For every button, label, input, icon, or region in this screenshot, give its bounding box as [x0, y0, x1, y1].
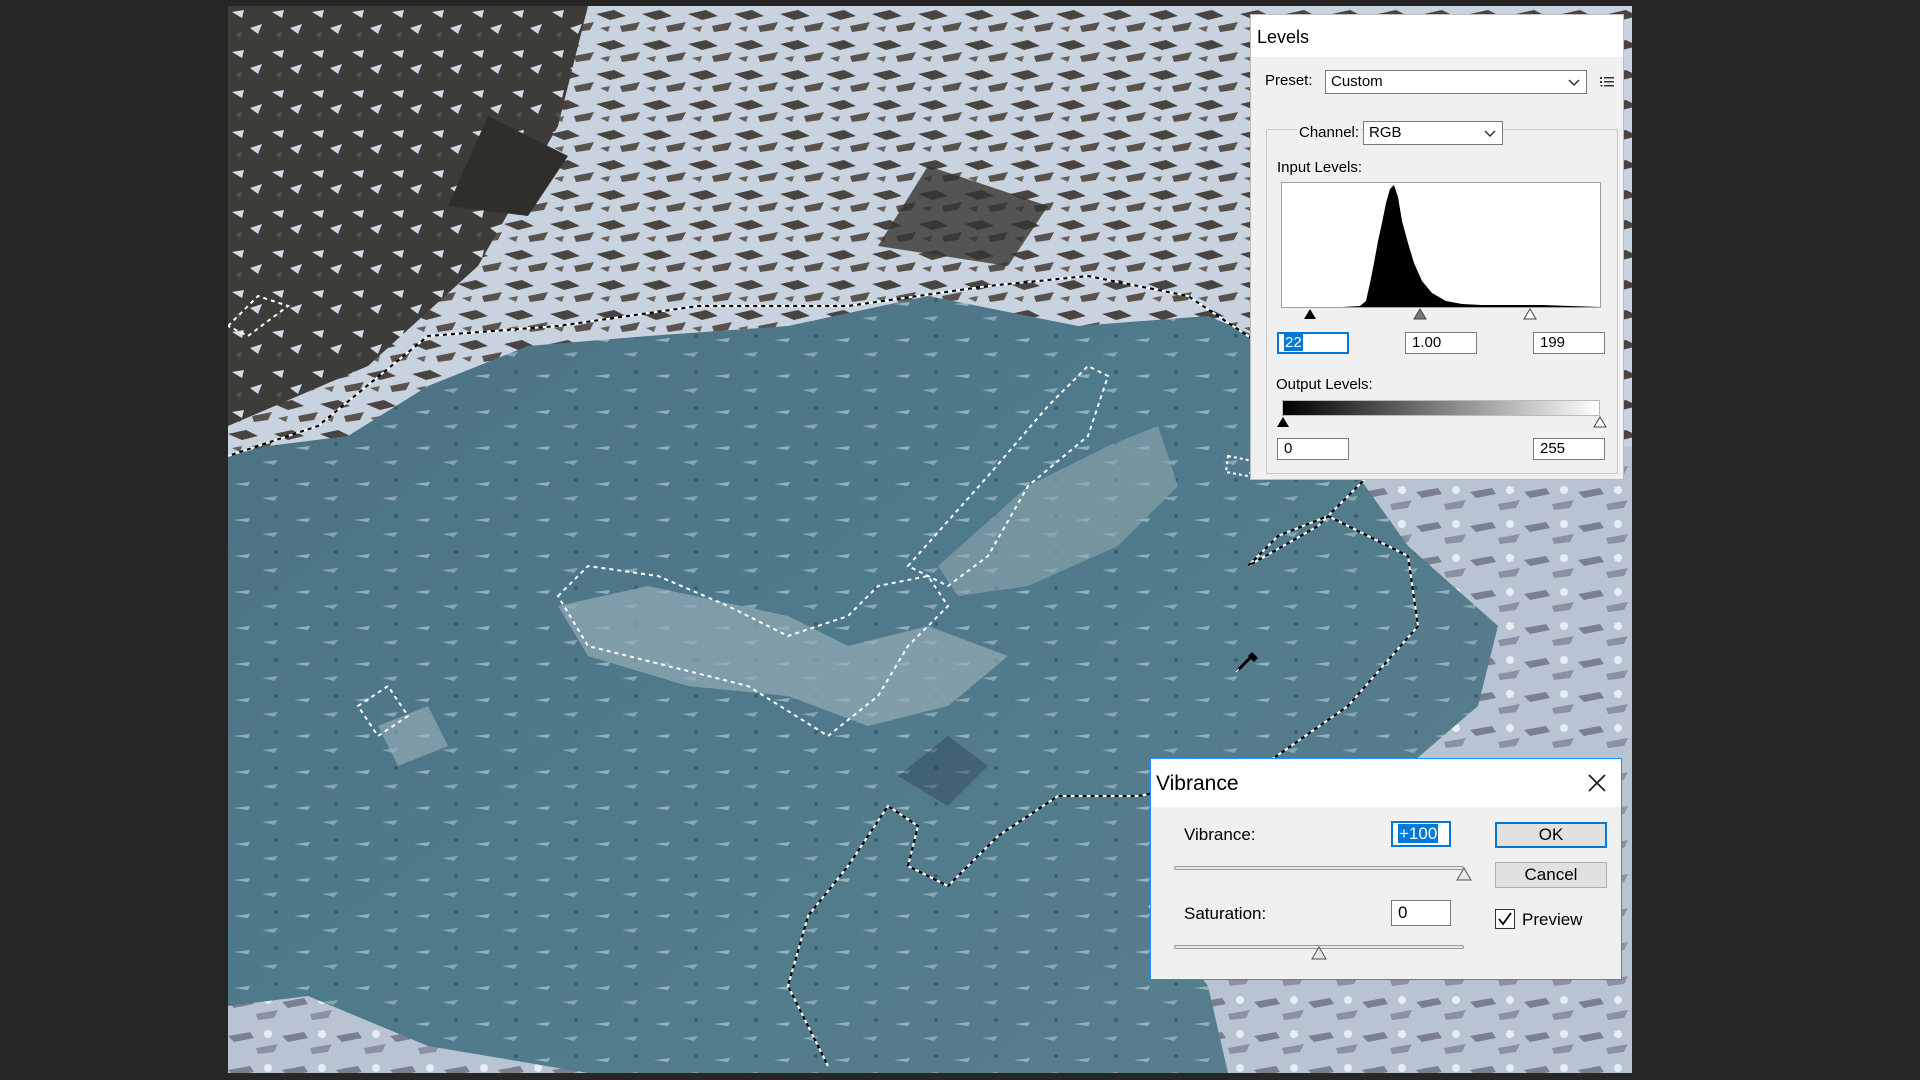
vibrance-slider-track[interactable] [1174, 866, 1464, 870]
input-white-slider[interactable] [1523, 308, 1537, 320]
channel-value: RGB [1369, 124, 1402, 141]
output-black-slider[interactable] [1276, 416, 1290, 428]
preset-dropdown[interactable]: Custom [1325, 70, 1587, 94]
input-gamma-field[interactable]: 1.00 [1405, 332, 1477, 354]
chevron-down-icon [1484, 130, 1496, 138]
preview-checkbox[interactable] [1495, 909, 1515, 929]
vibrance-label: Vibrance: [1184, 825, 1256, 844]
output-white-field[interactable]: 255 [1533, 438, 1605, 460]
input-white-field[interactable]: 199 [1533, 332, 1605, 354]
checkmark-icon [1498, 912, 1512, 926]
output-gradient-bar [1282, 400, 1600, 416]
histogram-graph [1282, 185, 1600, 307]
input-gamma-slider[interactable] [1413, 308, 1427, 320]
levels-title-bar[interactable]: Levels [1251, 15, 1623, 57]
preset-value: Custom [1331, 73, 1383, 90]
cancel-button[interactable]: Cancel [1495, 862, 1607, 888]
saturation-label: Saturation: [1184, 904, 1267, 923]
levels-title: Levels [1257, 27, 1310, 47]
saturation-field[interactable]: 0 [1391, 900, 1451, 926]
output-black-field[interactable]: 0 [1277, 438, 1349, 460]
close-icon[interactable] [1585, 771, 1609, 795]
menu-options-icon[interactable] [1599, 75, 1615, 89]
vibrance-field[interactable]: +100 [1391, 821, 1451, 847]
input-black-slider[interactable] [1303, 308, 1317, 320]
output-levels-label: Output Levels: [1276, 376, 1373, 393]
ok-button[interactable]: OK [1495, 822, 1607, 848]
vibrance-title-bar[interactable]: Vibrance [1151, 759, 1621, 807]
histogram [1281, 182, 1601, 308]
channel-dropdown[interactable]: RGB [1363, 121, 1503, 145]
output-white-slider[interactable] [1593, 416, 1607, 428]
input-levels-label: Input Levels: [1277, 159, 1363, 176]
preview-label: Preview [1522, 910, 1583, 929]
preset-label: Preset: [1265, 72, 1313, 89]
saturation-slider-thumb[interactable] [1311, 946, 1327, 960]
input-black-field[interactable]: 22 [1277, 332, 1349, 354]
vibrance-title: Vibrance [1156, 772, 1239, 795]
vibrance-dialog: Vibrance Vibrance: +100 Saturation: 0 OK… [1150, 758, 1622, 980]
chevron-down-icon [1568, 79, 1580, 87]
vibrance-slider-thumb[interactable] [1456, 867, 1472, 881]
channel-label: Channel: [1297, 124, 1362, 141]
